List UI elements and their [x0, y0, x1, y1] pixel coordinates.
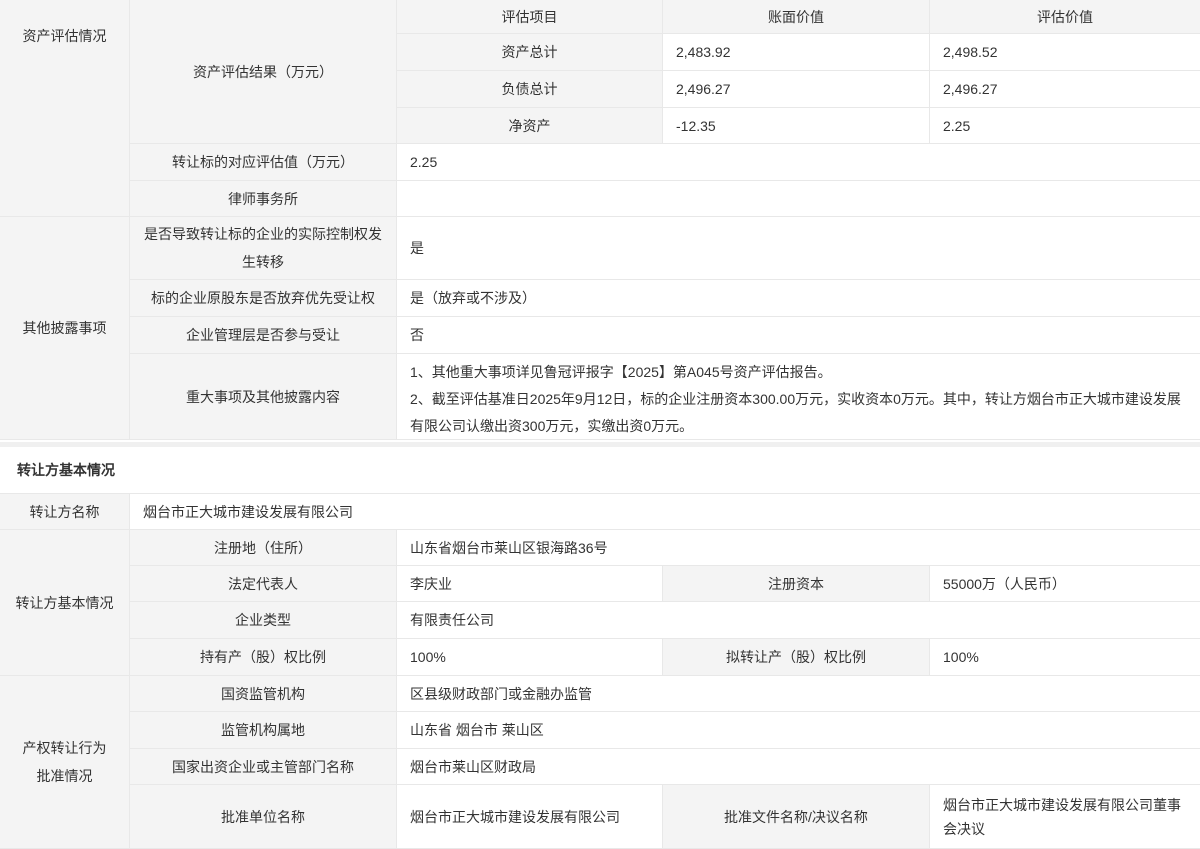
field-value: 否 [397, 317, 1200, 353]
cell-eval-value: 2,498.52 [930, 34, 1200, 70]
asset-eval-result-block: 资产评估结果（万元） 评估项目 账面价值 评估价值 资产总计 2,483.92 … [130, 0, 1200, 144]
field-value: 烟台市正大城市建设发展有限公司 [130, 494, 1200, 529]
table-row-transferor-name: 转让方名称 烟台市正大城市建设发展有限公司 [0, 494, 1200, 530]
subtable-header-row: 评估项目 账面价值 评估价值 [397, 0, 1200, 34]
field-value: 2.25 [397, 144, 1200, 180]
cell-book-value: -12.35 [663, 108, 930, 143]
field-value-legal-rep: 李庆业 [397, 566, 663, 601]
section-transferor-details: 转让方基本情况 注册地（住所） 山东省烟台市莱山区银海路36号 法定代表人 李庆… [0, 530, 1200, 676]
table-row-supervision-location: 监管机构属地 山东省 烟台市 莱山区 [130, 712, 1200, 749]
cell-book-value: 2,483.92 [663, 34, 930, 70]
row-label: 净资产 [397, 108, 663, 143]
table-row-total-assets: 资产总计 2,483.92 2,498.52 [397, 34, 1200, 71]
field-value [397, 181, 1200, 216]
field-label-legal-rep: 法定代表人 [130, 566, 397, 601]
field-label-transfer-ratio: 拟转让产（股）权比例 [663, 639, 930, 675]
table-row-enterprise-type: 企业类型 有限责任公司 [130, 602, 1200, 639]
table-row-management-participation: 企业管理层是否参与受让 否 [130, 317, 1200, 354]
section-other-disclosure-body: 是否导致转让标的企业的实际控制权发生转移 是 标的企业原股东是否放弃优先受让权 … [130, 217, 1200, 439]
table-row-major-matters: 重大事项及其他披露内容 1、其他重大事项详见鲁冠评报字【2025】第A045号资… [130, 354, 1200, 439]
field-value-registered-capital: 55000万（人民币） [930, 566, 1200, 601]
table-row-law-firm: 律师事务所 [130, 181, 1200, 216]
field-label: 监管机构属地 [130, 712, 397, 748]
field-value: 烟台市莱山区财政局 [397, 749, 1200, 784]
field-label: 律师事务所 [130, 181, 397, 216]
row-label: 资产总计 [397, 34, 663, 70]
table-row-state-funded-enterprise: 国家出资企业或主管部门名称 烟台市莱山区财政局 [130, 749, 1200, 785]
field-label-approval-unit: 批准单位名称 [130, 785, 397, 848]
section-title-transferor: 转让方基本情况 [0, 447, 1200, 494]
field-value: 有限责任公司 [397, 602, 1200, 638]
section-asset-eval-body: 资产评估结果（万元） 评估项目 账面价值 评估价值 资产总计 2,483.92 … [130, 0, 1200, 216]
row-label: 负债总计 [397, 71, 663, 107]
section-transferor-details-body: 注册地（住所） 山东省烟台市莱山区银海路36号 法定代表人 李庆业 注册资本 5… [130, 530, 1200, 675]
section-other-disclosure: 其他披露事项 是否导致转让标的企业的实际控制权发生转移 是 标的企业原股东是否放… [0, 217, 1200, 440]
table-row-eval-value: 转让标的对应评估值（万元） 2.25 [130, 144, 1200, 181]
table-row-legal-rep: 法定代表人 李庆业 注册资本 55000万（人民币） [130, 566, 1200, 602]
field-value-approval-unit: 烟台市正大城市建设发展有限公司 [397, 785, 663, 848]
field-value: 山东省烟台市莱山区银海路36号 [397, 530, 1200, 565]
section-approval-body: 国资监管机构 区县级财政部门或金融办监管 监管机构属地 山东省 烟台市 莱山区 … [130, 676, 1200, 848]
col-header-eval-item: 评估项目 [397, 0, 663, 33]
table-row-supervision-org: 国资监管机构 区县级财政部门或金融办监管 [130, 676, 1200, 712]
table-row-equity-ratio: 持有产（股）权比例 100% 拟转让产（股）权比例 100% [130, 639, 1200, 675]
field-value-hold-ratio: 100% [397, 639, 663, 675]
field-label: 转让标的对应评估值（万元） [130, 144, 397, 180]
field-value-approval-doc: 烟台市正大城市建设发展有限公司董事会决议 [930, 785, 1200, 848]
field-value: 是 [397, 217, 1200, 279]
cell-eval-value: 2,496.27 [930, 71, 1200, 107]
field-label-eval-result: 资产评估结果（万元） [130, 0, 397, 143]
field-label-hold-ratio: 持有产（股）权比例 [130, 639, 397, 675]
field-value-major-matters: 1、其他重大事项详见鲁冠评报字【2025】第A045号资产评估报告。 2、截至评… [397, 354, 1200, 439]
field-label-registered-capital: 注册资本 [663, 566, 930, 601]
field-label: 国家出资企业或主管部门名称 [130, 749, 397, 784]
field-value: 区县级财政部门或金融办监管 [397, 676, 1200, 711]
cell-book-value: 2,496.27 [663, 71, 930, 107]
major-matter-line-2: 2、截至评估基准日2025年9月12日，标的企业注册资本300.00万元，实收资… [410, 386, 1187, 440]
group-label-transferor-details: 转让方基本情况 [0, 530, 130, 675]
asset-eval-subtable: 评估项目 账面价值 评估价值 资产总计 2,483.92 2,498.52 负债… [397, 0, 1200, 143]
col-header-eval-value: 评估价值 [930, 0, 1200, 33]
field-label: 企业管理层是否参与受让 [130, 317, 397, 353]
field-label: 注册地（住所） [130, 530, 397, 565]
cell-eval-value: 2.25 [930, 108, 1200, 143]
field-label: 企业类型 [130, 602, 397, 638]
table-row-registered-address: 注册地（住所） 山东省烟台市莱山区银海路36号 [130, 530, 1200, 566]
field-label: 转让方名称 [0, 494, 130, 529]
section-asset-eval: 资产评估情况 资产评估结果（万元） 评估项目 账面价值 评估价值 资产总计 2,… [0, 0, 1200, 217]
group-label-other-disclosure: 其他披露事项 [0, 217, 130, 439]
group-label-asset-eval: 资产评估情况 [0, 0, 130, 216]
table-row-waive-preemptive: 标的企业原股东是否放弃优先受让权 是（放弃或不涉及） [130, 280, 1200, 317]
table-row-approval-unit: 批准单位名称 烟台市正大城市建设发展有限公司 批准文件名称/决议名称 烟台市正大… [130, 785, 1200, 848]
field-label-approval-doc: 批准文件名称/决议名称 [663, 785, 930, 848]
table-row-net-assets: 净资产 -12.35 2.25 [397, 108, 1200, 143]
table-row-total-liabilities: 负债总计 2,496.27 2,496.27 [397, 71, 1200, 108]
col-header-book-value: 账面价值 [663, 0, 930, 33]
field-label: 标的企业原股东是否放弃优先受让权 [130, 280, 397, 316]
section-approval: 产权转让行为批准情况 国资监管机构 区县级财政部门或金融办监管 监管机构属地 山… [0, 676, 1200, 849]
property-transfer-disclosure-table: 资产评估情况 资产评估结果（万元） 评估项目 账面价值 评估价值 资产总计 2,… [0, 0, 1200, 849]
field-value-transfer-ratio: 100% [930, 639, 1200, 675]
field-value: 是（放弃或不涉及） [397, 280, 1200, 316]
field-label: 国资监管机构 [130, 676, 397, 711]
table-row-control-transfer: 是否导致转让标的企业的实际控制权发生转移 是 [130, 217, 1200, 280]
field-value: 山东省 烟台市 莱山区 [397, 712, 1200, 748]
group-label-approval: 产权转让行为批准情况 [0, 676, 130, 848]
field-label: 重大事项及其他披露内容 [130, 354, 397, 439]
field-label: 是否导致转让标的企业的实际控制权发生转移 [130, 217, 397, 279]
major-matter-line-1: 1、其他重大事项详见鲁冠评报字【2025】第A045号资产评估报告。 [410, 359, 1187, 386]
